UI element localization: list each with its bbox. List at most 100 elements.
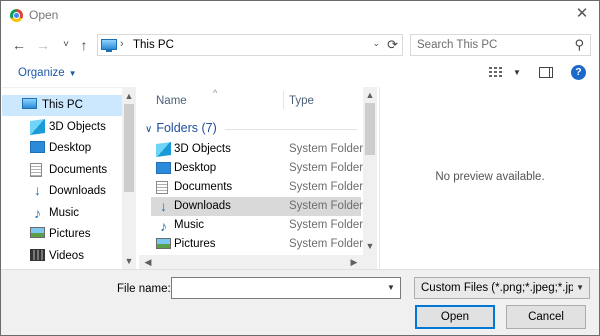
view-dropdown-icon[interactable]: ▼ <box>513 68 521 77</box>
item-type: System Folder <box>289 143 364 155</box>
group-divider <box>225 129 357 130</box>
back-button[interactable]: ← <box>10 35 28 55</box>
window-title: Open <box>29 8 59 22</box>
scrollbar-thumb[interactable] <box>365 103 375 155</box>
preview-message: No preview available. <box>435 171 545 183</box>
file-list-vertical-scrollbar[interactable]: ▲ ▼ <box>363 87 377 255</box>
item-name: Pictures <box>174 238 216 250</box>
chevron-down-icon: ▼ <box>576 283 584 292</box>
recent-locations-button[interactable]: ˅ <box>57 35 75 55</box>
sidebar-item-label: Music <box>49 207 80 219</box>
file-list-horizontal-scrollbar[interactable]: ◀ ▶ <box>139 255 363 269</box>
sidebar-item-3d-objects[interactable]: 3D Objects <box>2 117 122 138</box>
list-item[interactable]: Documents System Folder <box>151 178 364 197</box>
preview-pane-icon[interactable] <box>539 67 553 78</box>
list-item[interactable]: ↓ Downloads System Folder <box>151 197 364 216</box>
item-type: System Folder <box>289 181 364 193</box>
sidebar-item-documents[interactable]: Documents <box>2 160 122 181</box>
pc-icon <box>22 98 37 109</box>
list-item[interactable]: ♪ Music System Folder <box>151 216 364 235</box>
close-button[interactable]: ✕ <box>573 5 591 23</box>
sidebar-item-desktop[interactable]: Desktop <box>2 138 122 159</box>
item-name: Documents <box>174 181 233 193</box>
chevron-down-icon: ▼ <box>68 69 77 78</box>
column-header: Name ^ Type <box>139 87 363 113</box>
scroll-down-icon[interactable]: ▼ <box>122 256 136 266</box>
item-type: System Folder <box>289 219 364 231</box>
breadcrumb-this-pc[interactable]: This PC <box>133 39 174 51</box>
desktop-icon <box>30 141 45 153</box>
item-name: Desktop <box>174 162 217 174</box>
breadcrumb-chevron-icon[interactable]: › <box>120 38 124 50</box>
cube-icon <box>30 118 45 136</box>
search-box[interactable]: Search This PC ⚲ <box>410 34 591 56</box>
scroll-up-icon[interactable]: ▲ <box>122 91 136 101</box>
open-dialog: Open ✕ ← → ˅ ↑ › This PC ⌄ ⟳ Search This… <box>0 0 600 336</box>
search-input[interactable]: Search This PC <box>417 39 497 51</box>
sidebar-item-label: Downloads <box>49 185 106 197</box>
refresh-icon[interactable]: ⟳ <box>387 37 398 53</box>
download-icon: ↓ <box>160 198 167 214</box>
file-type-value: Custom Files (*.png;*.jpeg;*.jpg <box>421 282 573 294</box>
file-name-label: File name: <box>117 283 171 295</box>
address-dropdown-icon[interactable]: ⌄ <box>372 38 380 49</box>
videos-icon <box>30 249 45 261</box>
music-icon: ♪ <box>34 205 41 221</box>
item-name: 3D Objects <box>174 143 231 155</box>
sidebar-item-pictures[interactable]: Pictures <box>2 224 122 245</box>
file-list: Name ^ Type ∨ Folders (7) 3D Objects Syst… <box>139 87 377 269</box>
sidebar-item-label: 3D Objects <box>49 121 106 133</box>
dialog-footer: File name: ▼ Custom Files (*.png;*.jpeg;… <box>1 269 599 335</box>
organize-label: Organize <box>18 67 65 79</box>
download-icon: ↓ <box>34 182 41 198</box>
scrollbar-thumb[interactable] <box>124 104 134 192</box>
open-button[interactable]: Open <box>415 305 495 329</box>
title-bar: Open ✕ <box>1 1 599 29</box>
navigation-bar: ← → ˅ ↑ › This PC ⌄ ⟳ Search This PC ⚲ <box>1 31 599 59</box>
help-icon[interactable]: ? <box>571 65 586 80</box>
column-type[interactable]: Type <box>289 95 314 107</box>
file-name-dropdown-icon[interactable]: ▼ <box>387 283 395 292</box>
item-type: System Folder <box>289 238 364 250</box>
item-type: System Folder <box>289 200 364 212</box>
column-name[interactable]: Name <box>156 95 187 107</box>
group-header-folders[interactable]: ∨ Folders (7) <box>145 121 217 135</box>
preview-pane: No preview available. <box>379 87 599 269</box>
list-item[interactable]: 3D Objects System Folder <box>151 140 364 159</box>
scroll-right-icon[interactable]: ▶ <box>347 257 361 268</box>
sidebar-item-downloads[interactable]: ↓ Downloads <box>2 181 122 202</box>
scroll-left-icon[interactable]: ◀ <box>141 257 155 268</box>
pictures-icon <box>156 238 171 249</box>
chevron-down-icon: ∨ <box>145 124 153 135</box>
column-divider[interactable] <box>283 91 284 109</box>
sidebar-item-label: Documents <box>49 164 108 176</box>
item-name: Downloads <box>174 200 231 212</box>
list-item[interactable]: Pictures System Folder <box>151 235 364 254</box>
scroll-down-icon[interactable]: ▼ <box>363 241 377 251</box>
scrollbar-corner <box>363 255 377 269</box>
search-icon[interactable]: ⚲ <box>574 37 584 53</box>
item-name: Music <box>174 219 205 231</box>
forward-button[interactable]: → <box>34 35 52 55</box>
up-button[interactable]: ↑ <box>75 35 93 55</box>
sidebar-item-music[interactable]: ♪ Music <box>2 203 122 224</box>
sidebar-item-label: This PC <box>42 99 83 111</box>
address-bar[interactable]: › This PC ⌄ ⟳ <box>97 34 403 56</box>
item-type: System Folder <box>289 162 364 174</box>
documents-icon <box>30 163 42 177</box>
desktop-icon <box>156 162 171 174</box>
cancel-button[interactable]: Cancel <box>506 305 586 329</box>
sidebar-item-this-pc[interactable]: This PC <box>2 95 122 116</box>
music-icon: ♪ <box>160 218 167 234</box>
file-type-select[interactable]: Custom Files (*.png;*.jpeg;*.jpg ▼ <box>414 277 590 299</box>
sort-ascending-icon: ^ <box>213 88 218 98</box>
sidebar-scrollbar[interactable]: ▲ ▼ <box>122 88 136 270</box>
scroll-up-icon[interactable]: ▲ <box>363 90 377 100</box>
sidebar-item-videos[interactable]: Videos <box>2 246 122 267</box>
list-item[interactable]: Desktop System Folder <box>151 159 364 178</box>
file-name-input[interactable] <box>171 277 401 299</box>
sidebar-item-label: Videos <box>49 250 84 262</box>
organize-button[interactable]: Organize ▼ <box>18 67 77 79</box>
view-options-icon[interactable] <box>489 67 503 78</box>
group-label: Folders (7) <box>156 121 217 135</box>
